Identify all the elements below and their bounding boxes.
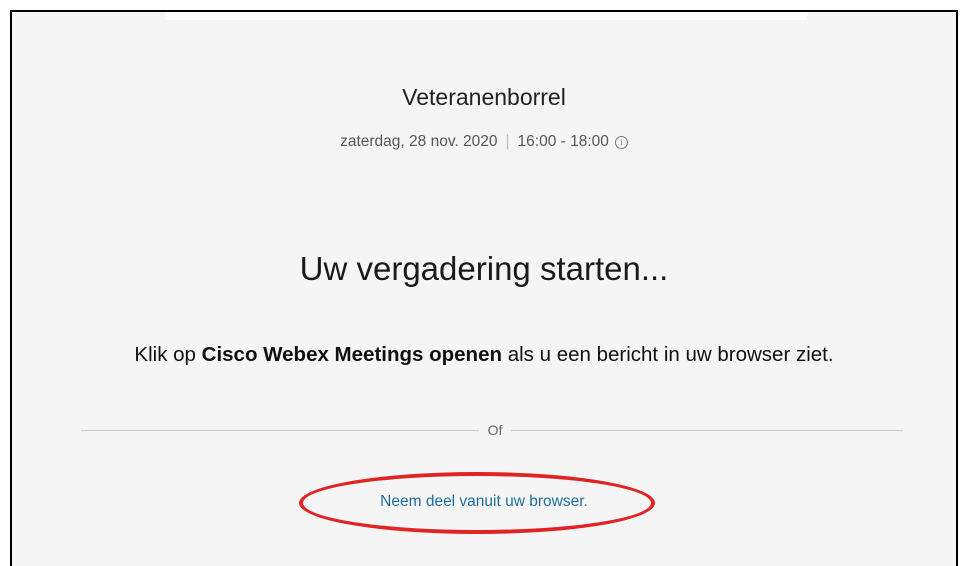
page-heading: Uw vergadering starten... <box>299 250 669 287</box>
divider-line-left <box>81 430 479 431</box>
top-strip <box>165 12 807 20</box>
instruction-text: Klik op Cisco Webex Meetings openen als … <box>12 343 956 367</box>
join-from-browser-link[interactable]: Neem deel vanuit uw browser. <box>12 493 956 511</box>
meeting-time: 16:00 - 18:00 <box>517 133 609 150</box>
divider-line-right <box>511 430 903 431</box>
instruction-prefix: Klik op <box>134 343 202 366</box>
meta-separator: | <box>505 133 510 150</box>
webex-start-page: Veteranenborrel zaterdag, 28 nov. 2020 | 1… <box>10 10 958 566</box>
meeting-datetime: zaterdag, 28 nov. 2020 | 16:00 - 18:00 i <box>12 133 956 151</box>
or-divider: Of <box>81 420 903 440</box>
instruction-app-name: Cisco Webex Meetings openen <box>201 343 502 366</box>
info-circle-icon[interactable]: i <box>614 136 628 149</box>
meeting-title: Veteranenborrel <box>402 84 566 110</box>
divider-label: Of <box>487 422 503 438</box>
meeting-date: zaterdag, 28 nov. 2020 <box>340 133 498 150</box>
instruction-suffix: als u een bericht in uw browser ziet. <box>502 343 834 366</box>
